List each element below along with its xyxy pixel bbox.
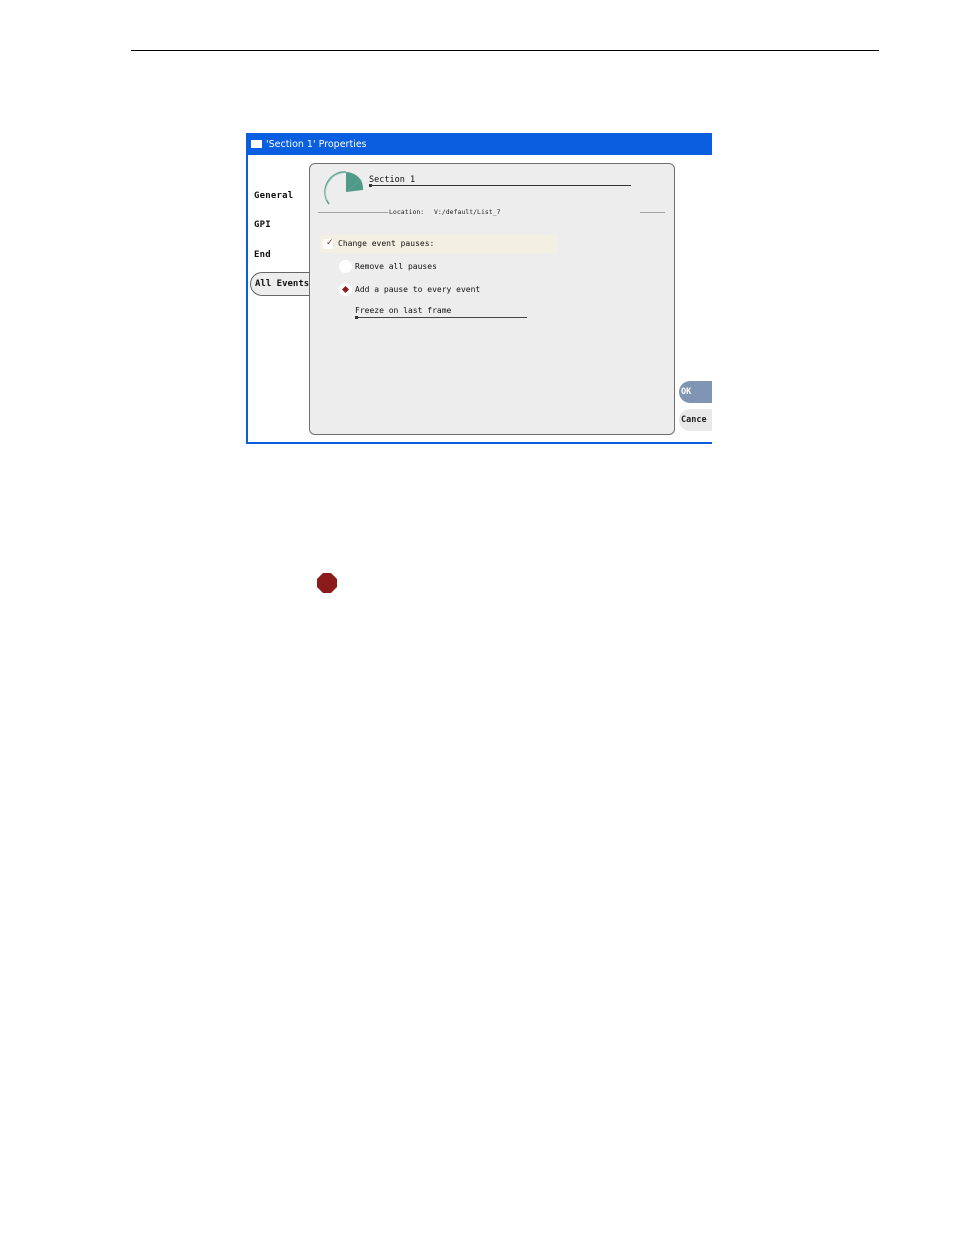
tab-gpi[interactable]: GPI	[254, 214, 280, 236]
change-event-pauses-checkbox[interactable]: ✓	[323, 238, 334, 249]
change-event-pauses-row[interactable]: ✓ Change event pauses:	[320, 235, 558, 253]
add-pause-every-event-label: Add a pause to every event	[355, 285, 481, 294]
checkmark-icon: ✓	[326, 238, 334, 248]
header-rule	[131, 50, 879, 51]
tab-gpi-label: GPI	[254, 220, 271, 230]
dialog-titlebar[interactable]: 'Section 1' Properties	[248, 133, 712, 155]
pause-type-underline	[355, 316, 527, 319]
stop-sign-icon	[317, 573, 337, 593]
section-name-underline	[369, 184, 631, 187]
radio-selected-dot-icon	[341, 285, 350, 294]
tab-end[interactable]: End	[254, 244, 280, 266]
cancel-button[interactable]: Cance	[679, 409, 712, 431]
dialog-title: 'Section 1' Properties	[266, 139, 367, 150]
tab-general[interactable]: General	[254, 185, 294, 207]
pause-type-select[interactable]: Freeze on last frame	[355, 305, 527, 319]
location-divider-left	[318, 212, 388, 213]
cancel-button-label: Cance	[681, 415, 707, 425]
change-event-pauses-label: Change event pauses:	[338, 239, 435, 248]
remove-all-pauses-radio[interactable]	[339, 260, 352, 273]
window-icon	[251, 140, 262, 148]
ok-button-label: OK	[681, 387, 692, 397]
pie-section-icon	[324, 171, 364, 205]
add-pause-every-event-radio[interactable]	[339, 283, 352, 296]
tab-end-label: End	[254, 250, 271, 260]
location-value: V:/default/List_7	[434, 208, 501, 216]
ok-button[interactable]: OK	[679, 381, 712, 403]
location-divider-right	[640, 212, 665, 213]
tab-general-label: General	[254, 191, 294, 201]
section-name-field[interactable]: Section 1	[369, 175, 415, 185]
pause-type-value: Freeze on last frame	[355, 306, 452, 315]
location-label: Location:	[389, 208, 425, 216]
tab-all-events[interactable]: All Events	[250, 272, 312, 296]
properties-dialog: 'Section 1' Properties General GPI End A…	[246, 133, 712, 444]
all-events-panel: Section 1 Location: V:/default/List_7 ✓ …	[309, 163, 675, 435]
remove-all-pauses-label: Remove all pauses	[355, 262, 437, 271]
tab-all-events-label: All Events	[255, 279, 310, 289]
